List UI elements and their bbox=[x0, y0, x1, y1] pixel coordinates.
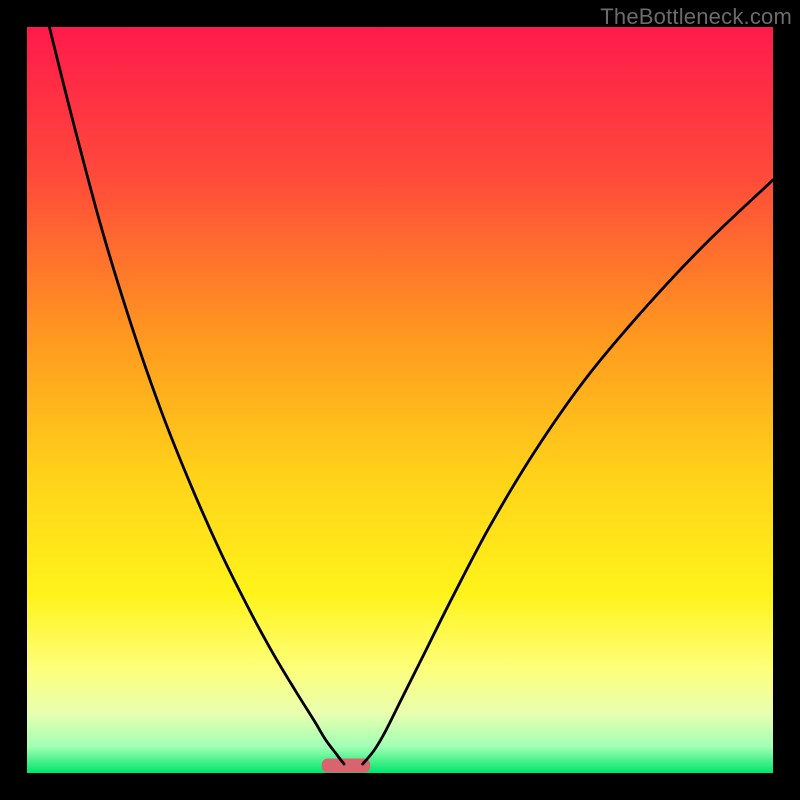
chart-frame: TheBottleneck.com bbox=[0, 0, 800, 800]
chart-svg bbox=[27, 27, 773, 773]
plot-area bbox=[27, 27, 773, 773]
bottleneck-marker bbox=[322, 759, 370, 773]
gradient-background bbox=[27, 27, 773, 773]
